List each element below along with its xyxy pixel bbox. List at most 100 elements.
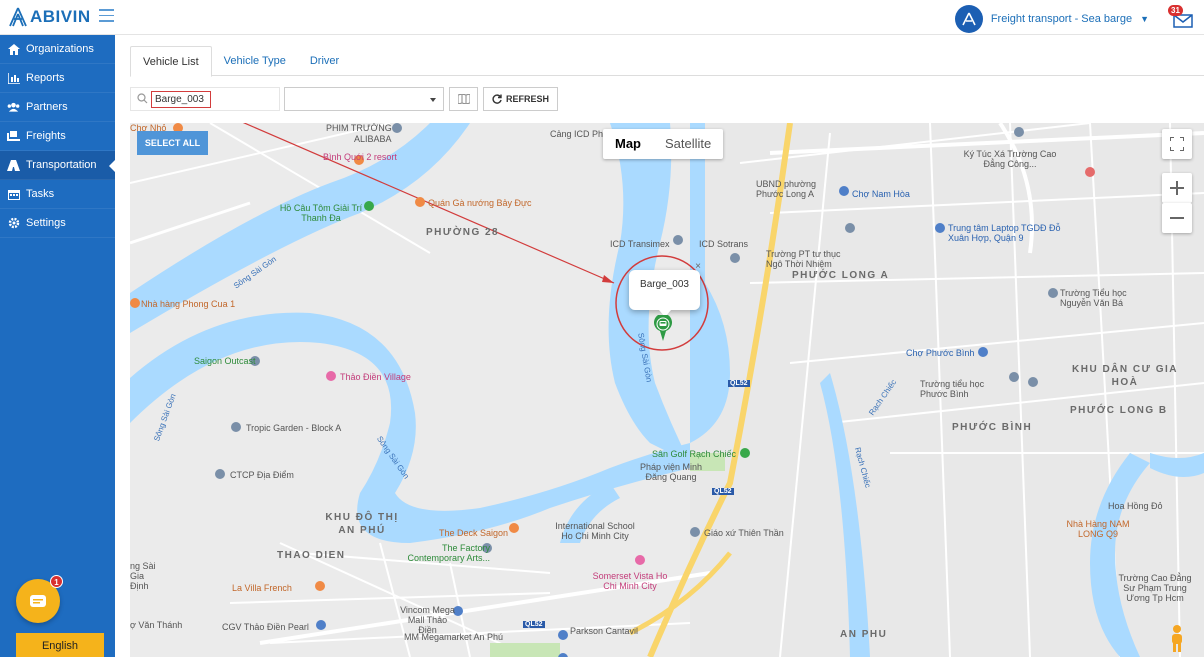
menu-toggle-icon[interactable] <box>99 9 114 22</box>
map-label: ALIBABA <box>354 134 392 144</box>
chat-button[interactable]: 1 <box>16 575 63 623</box>
refresh-button[interactable]: REFRESH <box>483 87 558 111</box>
map-label: KHU ĐÔ THỊ AN PHÚ <box>325 512 399 536</box>
map-label: ợ Văn Thánh <box>130 620 183 630</box>
sidebar-item-tasks[interactable]: Tasks <box>0 180 115 209</box>
poi-icon[interactable] <box>690 527 700 537</box>
sidebar-item-label: Freights <box>26 130 66 142</box>
poi-icon[interactable] <box>1014 127 1024 137</box>
sidebar-item-label: Tasks <box>26 188 55 200</box>
highway-shield: QL52 <box>712 488 734 495</box>
poi-icon[interactable] <box>231 422 241 432</box>
map-label: PHƯỚC LONG A <box>792 270 890 281</box>
users-icon <box>7 101 20 114</box>
map-label: PHƯỚC BÌNH <box>952 422 1033 433</box>
chevron-down-icon: ▼ <box>1140 14 1149 24</box>
notification-button[interactable]: 31 <box>1168 5 1194 30</box>
tab-driver[interactable]: Driver <box>298 46 351 76</box>
poi-icon[interactable] <box>673 235 683 245</box>
chat-icon <box>30 595 46 607</box>
fullscreen-button[interactable] <box>1162 129 1192 159</box>
sidebar-item-settings[interactable]: Settings <box>0 209 115 238</box>
vehicle-type-select[interactable] <box>284 87 444 111</box>
restaurant-poi-icon[interactable] <box>509 523 519 533</box>
poi-icon[interactable] <box>1009 372 1019 382</box>
map-label: Tropic Garden - Block A <box>246 423 342 433</box>
map-label: Trường Tiểu học Nguyễn Văn Bá <box>1060 288 1127 308</box>
sidebar-item-label: Settings <box>26 217 66 229</box>
tab-vehicle-type[interactable]: Vehicle Type <box>212 46 298 76</box>
map-toggle-button[interactable] <box>449 87 478 111</box>
restaurant-poi-icon[interactable] <box>415 197 425 207</box>
sidebar-item-label: Organizations <box>26 43 94 55</box>
home-icon <box>7 43 20 56</box>
poi-icon[interactable] <box>215 469 225 479</box>
map-label: Hoa Hồng Đỏ <box>1108 501 1163 511</box>
map-label: Somerset Vista Ho Chi Minh City <box>592 571 668 591</box>
park-poi-icon[interactable] <box>740 448 750 458</box>
sidebar-item-organizations[interactable]: Organizations <box>0 35 115 64</box>
poi-icon[interactable] <box>1048 288 1058 298</box>
calendar-icon <box>7 188 20 201</box>
vehicle-tabs: Vehicle List Vehicle Type Driver <box>130 46 1204 77</box>
poi-icon[interactable] <box>326 371 336 381</box>
sidebar-item-label: Transportation <box>26 159 97 171</box>
sidebar-item-reports[interactable]: Reports <box>0 64 115 93</box>
map-label: Parkson Cantavil <box>570 626 639 636</box>
tenant-switcher[interactable]: Freight transport - Sea barge ▼ <box>954 5 1149 33</box>
vehicle-marker-icon[interactable] <box>654 315 672 341</box>
map-label: Thảo Điền Village <box>340 372 411 382</box>
map-label: CTCP Địa Điểm <box>230 470 294 480</box>
sidebar-item-freights[interactable]: Freights <box>0 122 115 151</box>
sidebar-item-partners[interactable]: Partners <box>0 93 115 122</box>
pegman-icon <box>1172 625 1182 652</box>
sidebar: Organizations Reports Partners Freights … <box>0 35 116 657</box>
shopping-poi-icon[interactable] <box>558 653 568 657</box>
zoom-in-button[interactable] <box>1162 173 1192 203</box>
street-view-pegman[interactable] <box>1166 623 1188 653</box>
shopping-poi-icon[interactable] <box>978 347 988 357</box>
poi-icon[interactable] <box>845 223 855 233</box>
map-label: Saigon Outcast <box>194 356 256 366</box>
restaurant-poi-icon[interactable] <box>315 581 325 591</box>
map-label: Quán Gà nướng Bảy Đực <box>428 198 532 208</box>
poi-icon[interactable] <box>1085 167 1095 177</box>
shopping-poi-icon[interactable] <box>935 223 945 233</box>
restaurant-poi-icon[interactable] <box>130 298 140 308</box>
vehicle-map[interactable]: PHIM TRƯỜNG ALIBABA Chợ Nhỏ Cảng ICD Ph … <box>130 123 1204 657</box>
close-icon[interactable]: × <box>695 262 701 272</box>
poi-icon[interactable] <box>635 555 645 565</box>
poi-icon[interactable] <box>730 253 740 263</box>
map-label: The Deck Saigon <box>439 528 509 538</box>
app-logo[interactable]: ABIVIN <box>8 6 91 28</box>
logo-text: ABIVIN <box>30 7 91 26</box>
map-label: ng Sài Gia Định <box>130 561 156 591</box>
map-label: Ký Túc Xá Trường Cao Đẳng Công... <box>963 149 1057 169</box>
map-label: Nhà hàng Phong Cua 1 <box>141 299 236 309</box>
sidebar-item-label: Partners <box>26 101 68 113</box>
bar-chart-icon <box>7 72 20 85</box>
zoom-out-button[interactable] <box>1162 203 1192 233</box>
map-label: MM Megamarket An Phú <box>404 632 504 642</box>
select-all-button[interactable]: SELECT ALL <box>137 131 208 155</box>
map-label: Pháp viện Minh Đăng Quang <box>639 462 703 482</box>
language-button[interactable]: English <box>16 633 104 657</box>
tab-vehicle-list[interactable]: Vehicle List <box>130 46 212 77</box>
sidebar-item-transportation[interactable]: Transportation <box>0 151 116 180</box>
map-type-satellite[interactable]: Satellite <box>653 129 723 159</box>
poi-icon[interactable] <box>392 123 402 133</box>
refresh-label: REFRESH <box>505 94 549 104</box>
map-type-map[interactable]: Map <box>603 129 653 159</box>
map-label: The Factory Contemporary Arts... <box>407 543 490 563</box>
poi-icon[interactable] <box>1028 377 1038 387</box>
shopping-poi-icon[interactable] <box>839 186 849 196</box>
shopping-poi-icon[interactable] <box>316 620 326 630</box>
notification-badge: 31 <box>1168 5 1183 16</box>
shopping-poi-icon[interactable] <box>558 630 568 640</box>
vehicle-search <box>130 87 280 111</box>
road-icon <box>7 159 20 172</box>
map-label: THAO DIEN <box>277 550 346 561</box>
map-label: AN PHU <box>840 629 888 640</box>
top-bar: ABIVIN Freight transport - Sea barge ▼ 3… <box>0 0 1204 35</box>
search-input[interactable] <box>151 91 211 108</box>
